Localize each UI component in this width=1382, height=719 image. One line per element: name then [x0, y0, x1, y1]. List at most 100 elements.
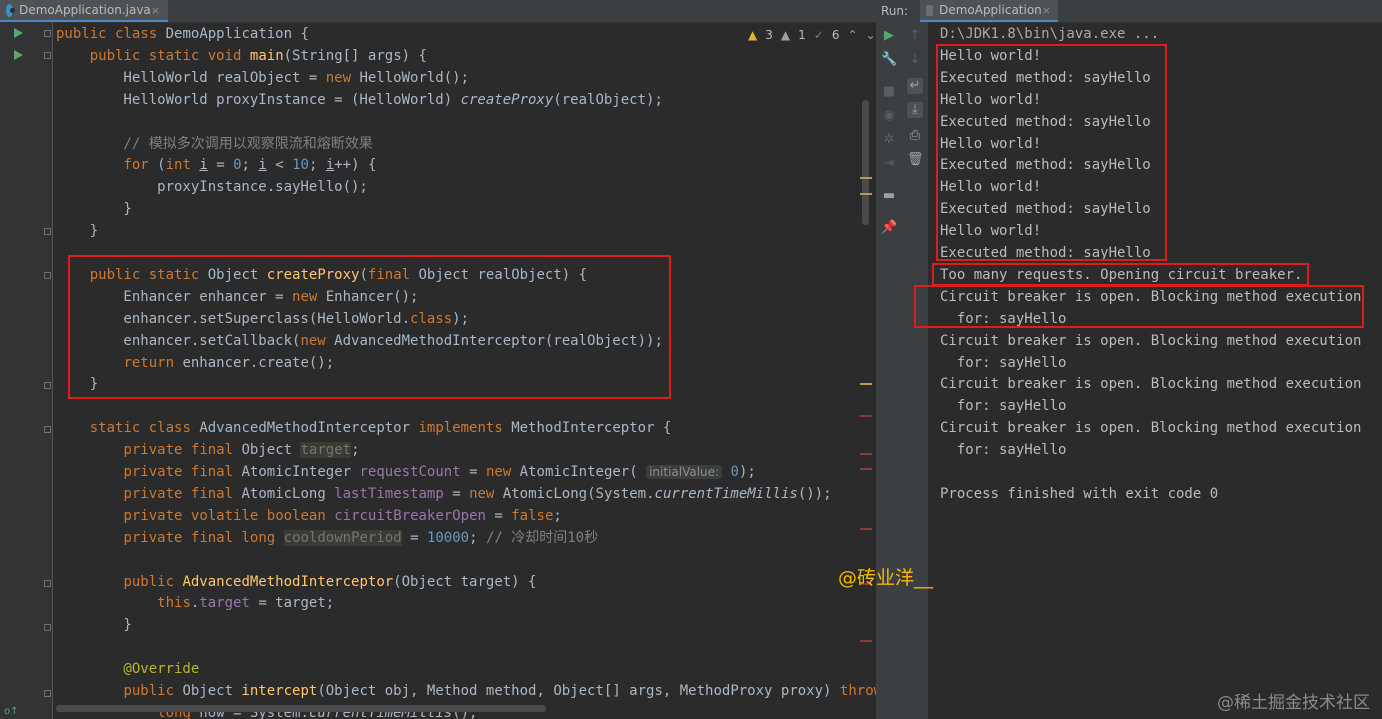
scroll-marker	[860, 193, 872, 195]
scroll-marker	[860, 453, 872, 455]
console-line: Circuit breaker is open. Blocking method…	[940, 420, 1362, 437]
run-play-icon[interactable]	[14, 50, 23, 60]
code-line[interactable]: private volatile boolean circuitBreakerO…	[56, 505, 561, 527]
code-line[interactable]: this.target = target;	[56, 592, 334, 614]
soft-wrap-icon[interactable]: ↵	[907, 78, 923, 94]
print-icon[interactable]: ⎙	[907, 128, 923, 144]
close-icon[interactable]: ×	[1042, 4, 1051, 17]
code-line[interactable]: // 模拟多次调用以观察限流和熔断效果	[56, 133, 372, 155]
fold-icon[interactable]	[44, 580, 51, 587]
java-class-icon	[6, 3, 16, 17]
fold-icon[interactable]	[44, 30, 51, 37]
stop-icon[interactable]: ■	[881, 84, 897, 100]
pin-icon[interactable]: 📌	[881, 220, 897, 236]
console-line: Too many requests. Opening circuit break…	[940, 266, 1303, 283]
code-line[interactable]: enhancer.setCallback(new AdvancedMethodI…	[56, 330, 662, 352]
run-toolbar-left: ▶ 🔧 ■ ◉ ✲ ⇥ ▬ 📌	[876, 22, 903, 719]
scroll-marker	[860, 468, 872, 470]
tab-demo-application-java[interactable]: DemoApplication.java ×	[0, 0, 168, 22]
fold-icon[interactable]	[44, 426, 51, 433]
code-line[interactable]: public class DemoApplication {	[56, 23, 309, 45]
code-line[interactable]: HelloWorld realObject = new HelloWorld()…	[56, 67, 469, 89]
console-line: for: sayHello	[940, 310, 1067, 327]
console-line: Circuit breaker is open. Blocking method…	[940, 332, 1362, 349]
console-line: Executed method: sayHello	[940, 245, 1151, 261]
console-line: Executed method: sayHello	[940, 201, 1151, 218]
console-line: Hello world!	[940, 135, 1042, 152]
fold-icon[interactable]	[44, 382, 51, 389]
ok-count: 6	[831, 28, 840, 42]
code-line[interactable]: return enhancer.create();	[56, 352, 334, 374]
camera-icon[interactable]: ◉	[881, 108, 897, 124]
console-line: Circuit breaker is open. Blocking method…	[940, 376, 1362, 393]
fold-icon[interactable]	[44, 228, 51, 235]
fold-icon[interactable]	[44, 624, 51, 631]
console-line: Hello world!	[940, 47, 1042, 64]
arrow-down-icon[interactable]: ↓	[907, 52, 923, 68]
code-line[interactable]: static class AdvancedMethodInterceptor i…	[56, 417, 672, 439]
scroll-marker	[860, 415, 872, 417]
tab-run-demo-application[interactable]: DemoApplication ×	[920, 0, 1058, 22]
warning-count: 3	[765, 28, 773, 42]
code-line[interactable]: for (int i = 0; i < 10; i++) {	[56, 154, 376, 176]
fold-icon[interactable]	[44, 52, 51, 59]
code-line[interactable]: public static Object createProxy(final O…	[56, 264, 587, 286]
rerun-icon[interactable]: ▶	[881, 28, 897, 44]
scroll-marker	[860, 177, 872, 179]
console-line: Process finished with exit code 0	[940, 485, 1219, 502]
layout-icon[interactable]: ▬	[881, 188, 897, 204]
code-line[interactable]: }	[56, 373, 98, 395]
code-line[interactable]: private final AtomicLong lastTimestamp =…	[56, 483, 831, 505]
scroll-to-end-icon[interactable]: ⤓	[907, 102, 923, 118]
trash-icon[interactable]: 🗑	[907, 152, 924, 168]
scroll-marker	[860, 528, 872, 530]
console-line: for: sayHello	[940, 442, 1067, 459]
weak-warning-icon: ▲	[780, 28, 791, 42]
weak-warning-count: 1	[798, 28, 806, 42]
code-line[interactable]: enhancer.setSuperclass(HelloWorld.class)…	[56, 308, 469, 330]
console-line: Executed method: sayHello	[940, 113, 1151, 130]
code-line[interactable]: private final AtomicInteger requestCount…	[56, 461, 755, 483]
exit-icon[interactable]: ⇥	[881, 156, 897, 172]
close-icon[interactable]: ×	[151, 4, 160, 17]
console-line: Executed method: sayHello	[940, 69, 1151, 86]
code-line[interactable]: }	[56, 220, 98, 242]
run-play-icon[interactable]	[14, 28, 23, 38]
fold-icon[interactable]	[44, 272, 51, 279]
code-line[interactable]: Enhancer enhancer = new Enhancer();	[56, 286, 418, 308]
chevron-up-icon[interactable]: ⌃	[847, 28, 857, 42]
code-line[interactable]: private final long cooldownPeriod = 1000…	[56, 527, 598, 549]
editor-gutter: o↑	[0, 22, 53, 719]
scroll-marker	[860, 383, 872, 385]
code-line[interactable]: HelloWorld proxyInstance = (HelloWorld) …	[56, 89, 662, 111]
vertical-scrollbar[interactable]	[862, 100, 869, 225]
site-watermark: @稀土掘金技术社区	[1217, 693, 1370, 713]
console-line: for: sayHello	[940, 354, 1067, 371]
run-config-icon	[926, 4, 934, 16]
console-line: Circuit breaker is open. Blocking method…	[940, 288, 1362, 305]
code-line[interactable]: @Override	[56, 658, 199, 680]
editor-tab-bar: DemoApplication.java ×	[0, 0, 876, 23]
code-line[interactable]: public static void main(String[] args) {	[56, 45, 427, 67]
console-line: Hello world!	[940, 223, 1042, 240]
code-editor[interactable]: DemoApplication.java × o↑ ▲ 3 ▲ 1 ✓ 6 ⌃ ⌄ p…	[0, 0, 876, 719]
wrench-icon[interactable]: 🔧	[881, 52, 897, 68]
arrow-up-icon[interactable]: ↑	[907, 28, 923, 44]
tab-label: DemoApplication.java	[19, 3, 151, 17]
inspection-widget[interactable]: ▲ 3 ▲ 1 ✓ 6 ⌃ ⌄	[748, 28, 876, 42]
author-watermark: @砖业洋__	[838, 567, 934, 589]
code-line[interactable]: public Object intercept(Object obj, Meth…	[56, 680, 876, 702]
code-line[interactable]: }	[56, 198, 131, 220]
implements-icon[interactable]: o↑	[4, 706, 19, 717]
console-line: for: sayHello	[940, 398, 1067, 415]
fold-icon[interactable]	[44, 690, 51, 697]
code-line[interactable]: public AdvancedMethodInterceptor(Object …	[56, 571, 536, 593]
code-line[interactable]: proxyInstance.sayHello();	[56, 176, 368, 198]
console-line: Hello world!	[940, 179, 1042, 196]
settings-icon[interactable]: ✲	[881, 132, 897, 148]
code-line[interactable]: private final Object target;	[56, 439, 360, 461]
run-tab-label: DemoApplication	[939, 3, 1042, 17]
horizontal-scrollbar[interactable]	[56, 705, 546, 712]
code-line[interactable]: }	[56, 614, 131, 636]
chevron-down-icon[interactable]: ⌄	[866, 28, 876, 42]
